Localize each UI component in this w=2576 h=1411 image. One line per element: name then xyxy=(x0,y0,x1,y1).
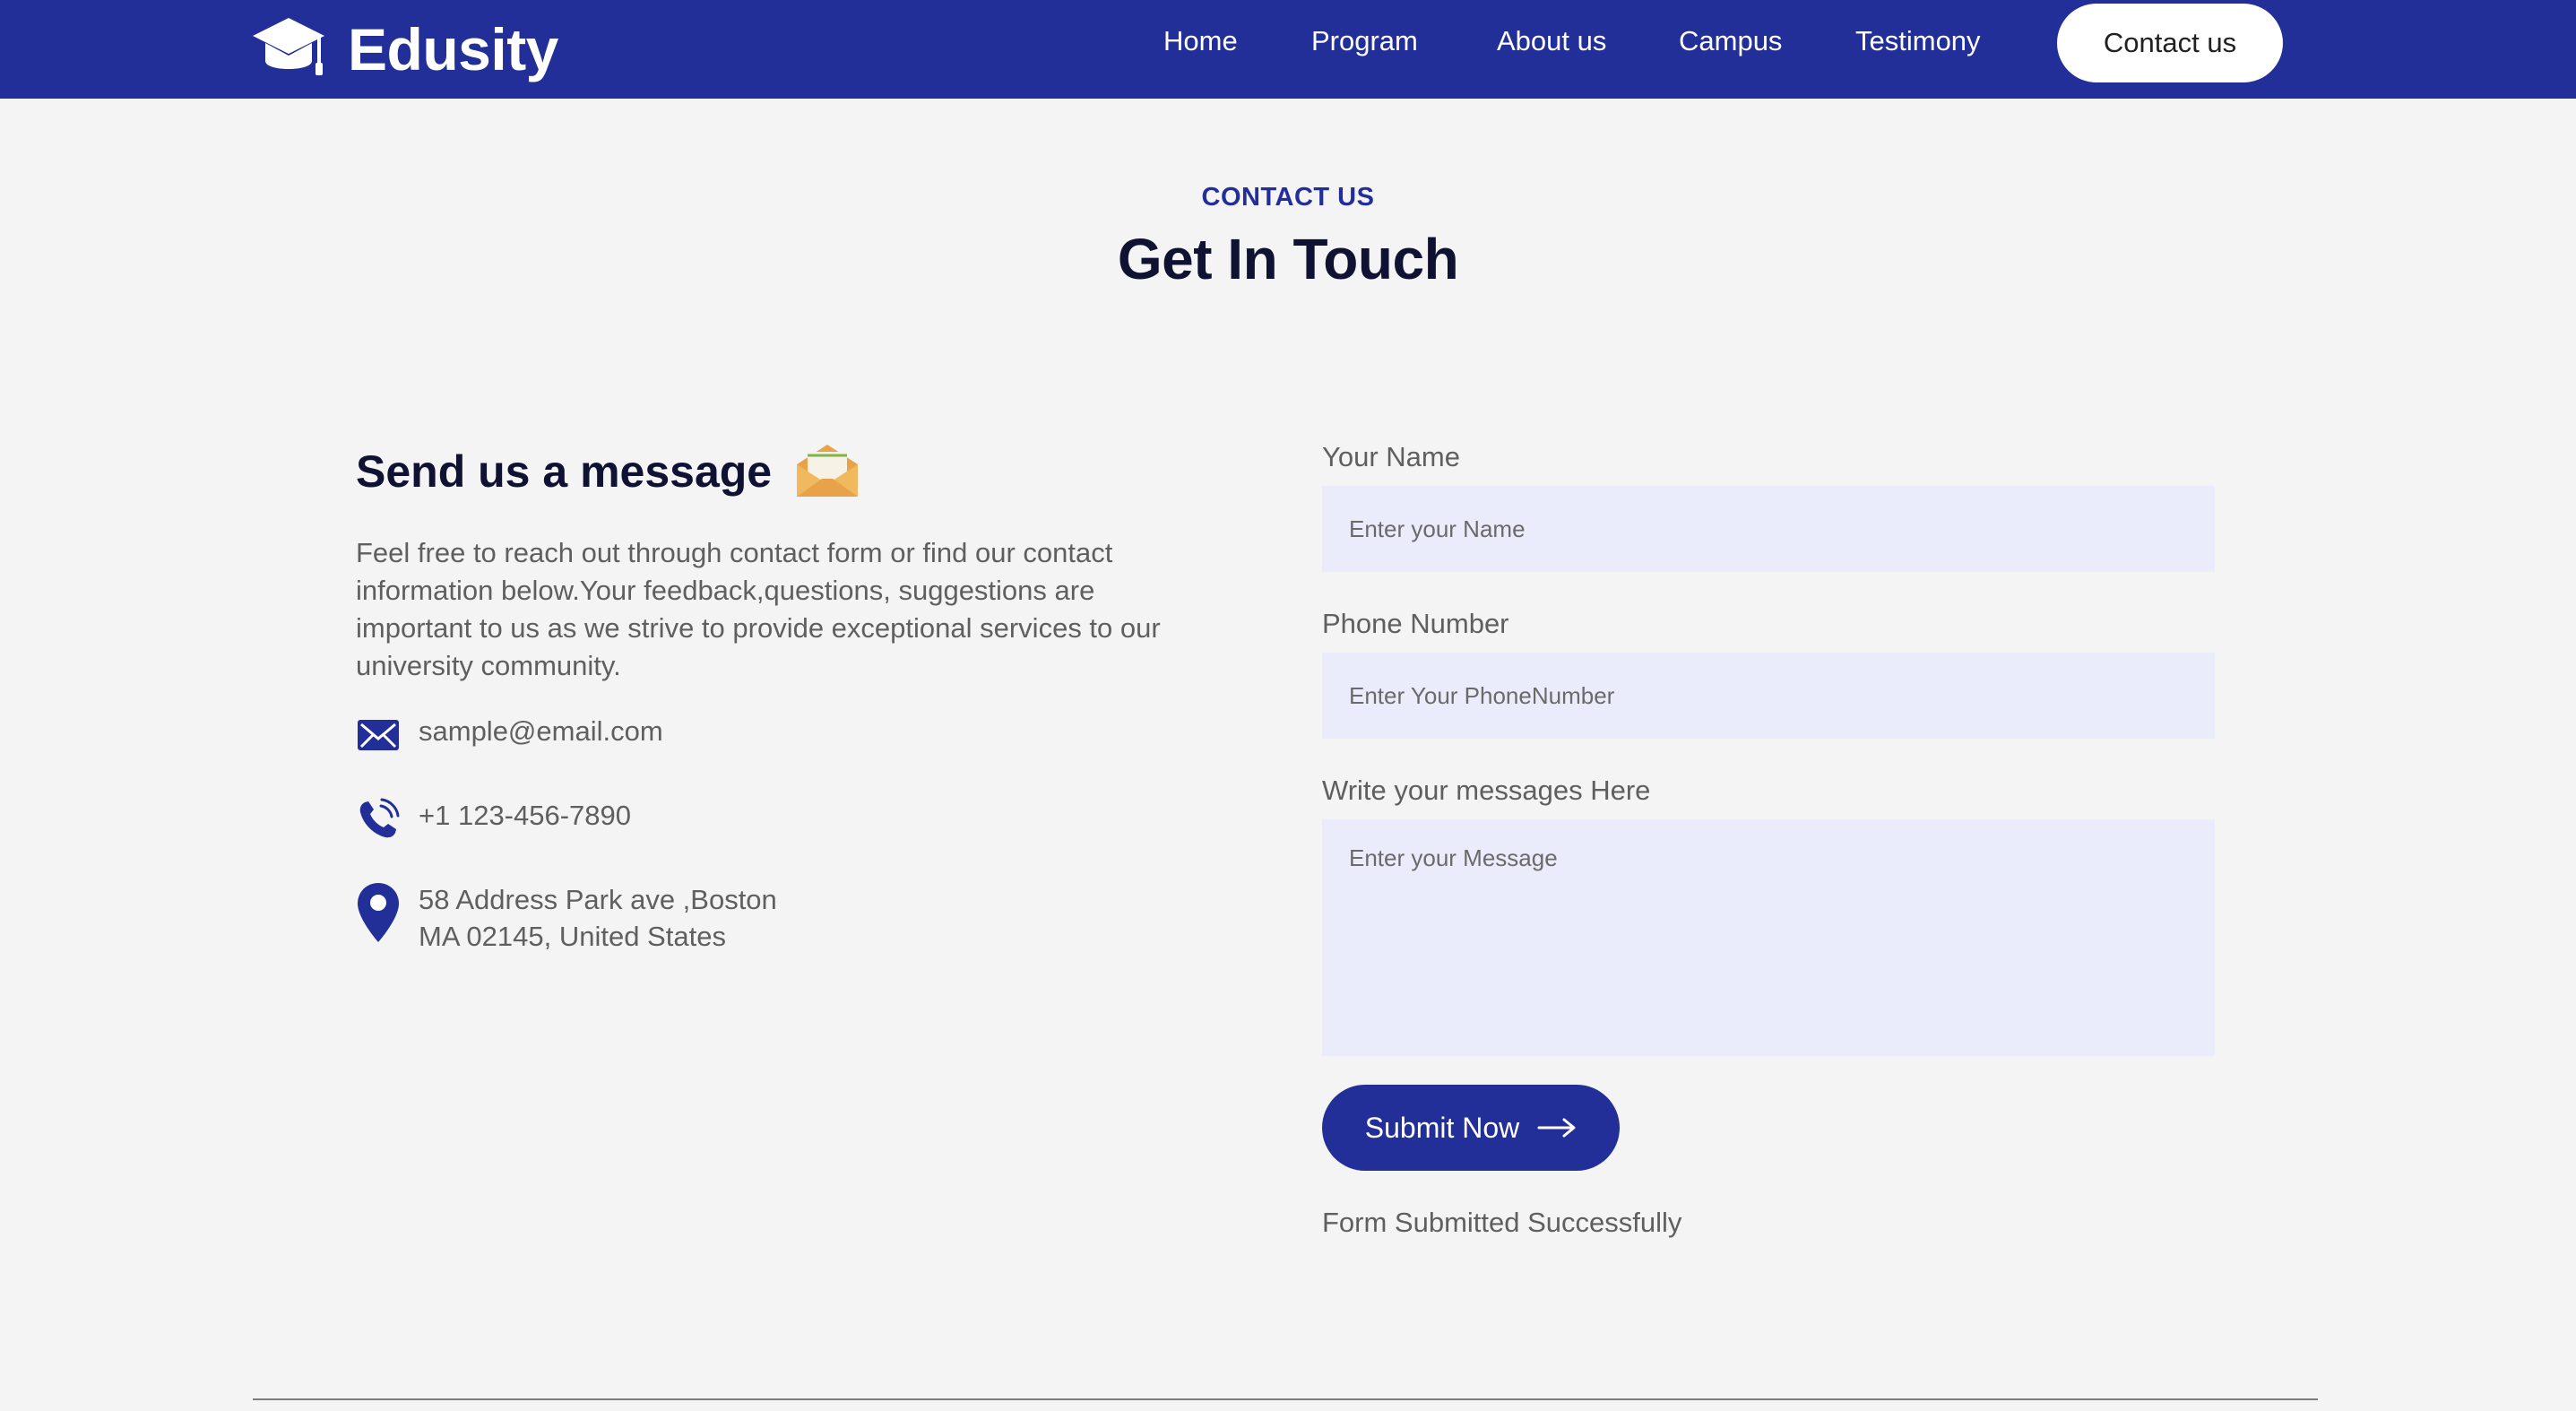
address-text: 58 Address Park ave ,Boston MA 02145, Un… xyxy=(419,884,777,952)
name-label: Your Name xyxy=(1322,441,1460,472)
phone-text[interactable]: +1 123-456-7890 xyxy=(419,797,631,834)
message-textarea[interactable] xyxy=(1322,819,2215,1056)
contact-us-button[interactable]: Contact us xyxy=(2057,4,2283,82)
location-pin-icon xyxy=(358,883,399,942)
nav-item-program[interactable]: Program xyxy=(1311,25,1418,57)
message-label: Write your messages Here xyxy=(1322,775,1651,806)
phone-label: Phone Number xyxy=(1322,608,1509,639)
nav-item-home[interactable]: Home xyxy=(1163,25,1238,57)
nav-item-about-us[interactable]: About us xyxy=(1497,25,1606,57)
contact-address: 58 Address Park ave ,Boston MA 02145, Un… xyxy=(356,881,1163,955)
navbar: Edusity Home Program About us Campus Tes… xyxy=(0,0,2576,99)
name-input[interactable] xyxy=(1322,486,2215,572)
submit-button-label: Submit Now xyxy=(1364,1111,1520,1144)
contact-list: sample@email.com +1 123-456-7890 58 Addr… xyxy=(356,713,1163,955)
form-status-message: Form Submitted Successfully xyxy=(1322,1207,1682,1238)
nav-item-campus[interactable]: Campus xyxy=(1679,25,1782,57)
phone-input[interactable] xyxy=(1322,653,2215,739)
contact-form: Your Name Phone Number Write your messag… xyxy=(1322,439,2215,1239)
arrow-right-icon xyxy=(1537,1118,1576,1138)
contact-info-panel: Send us a message Feel free to reach out… xyxy=(356,439,1163,994)
nav-item-testimony[interactable]: Testimony xyxy=(1855,25,1981,57)
envelope-open-icon xyxy=(797,445,859,497)
section-subtitle: CONTACT US xyxy=(1201,183,1375,212)
message-heading: Send us a message xyxy=(356,439,1163,504)
submit-button[interactable]: Submit Now xyxy=(1322,1085,1620,1171)
email-text[interactable]: sample@email.com xyxy=(419,713,663,749)
mail-icon xyxy=(358,720,399,750)
message-heading-text: Send us a message xyxy=(356,446,773,497)
contact-phone: +1 123-456-7890 xyxy=(356,797,1163,842)
footer-divider xyxy=(253,1398,2318,1400)
intro-text: Feel free to reach out through contact f… xyxy=(356,537,1161,681)
contact-email: sample@email.com xyxy=(356,713,1163,757)
nav-menu: Home Program About us Campus Testimony C… xyxy=(0,0,2576,90)
page-title: Get In Touch xyxy=(1117,227,1459,291)
phone-icon xyxy=(359,798,400,838)
